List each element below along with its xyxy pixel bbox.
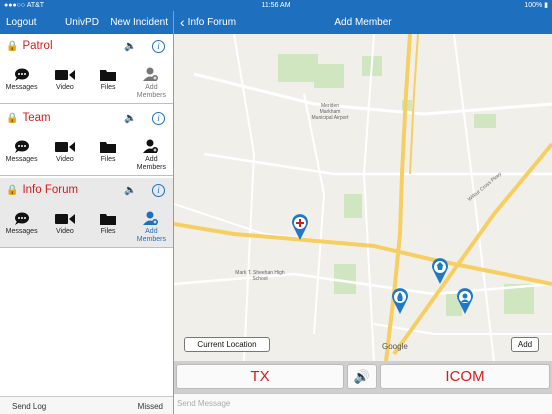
files-button[interactable]: Files	[87, 66, 130, 102]
add-members-button[interactable]: Add Members	[130, 138, 173, 174]
google-logo: Google	[382, 342, 408, 351]
speaker-icon[interactable]: 🔈	[124, 41, 136, 52]
map-pin-officer[interactable]	[456, 288, 474, 319]
add-user-icon	[130, 66, 173, 83]
messages-label: Messages	[5, 84, 38, 91]
group-info-forum[interactable]: 🔒 Info Forum 🔈 i Messages Video Files Ad…	[0, 178, 173, 248]
icom-button[interactable]: ICOM	[380, 364, 550, 389]
group-name: Patrol	[22, 40, 53, 52]
sidebar-bottom-bar: Send Log Missed	[0, 396, 173, 414]
speaker-icon[interactable]: 🔈	[124, 113, 136, 124]
airport-label: Meriden Markham Municipal Airport	[311, 103, 349, 121]
info-icon[interactable]: i	[152, 40, 165, 53]
add-members-button[interactable]: Add Members	[130, 66, 173, 102]
chat-icon	[0, 66, 43, 83]
messages-button[interactable]: Messages	[0, 66, 43, 102]
video-camera-icon	[43, 138, 86, 155]
video-button[interactable]: Video	[43, 66, 86, 102]
officer-pin-icon	[457, 288, 473, 314]
add-user-icon	[130, 138, 173, 155]
info-icon[interactable]: i	[152, 112, 165, 125]
video-label: Video	[55, 84, 74, 91]
map-pin-fire[interactable]	[391, 288, 409, 319]
lock-icon: 🔒	[6, 184, 19, 196]
group-name: Info Forum	[22, 184, 79, 196]
fire-pin-icon	[392, 288, 408, 314]
video-camera-icon	[43, 210, 86, 227]
group-team[interactable]: 🔒 Team 🔈 i Messages Video Files Add Memb…	[0, 106, 173, 176]
chat-icon	[0, 138, 43, 155]
folder-icon	[87, 210, 130, 227]
add-members-label: Add Members	[136, 228, 166, 243]
folder-icon	[87, 66, 130, 83]
speaker-icon[interactable]: 🔈	[124, 185, 136, 196]
map-view[interactable]: Meriden Markham Municipal Airport Mark T…	[174, 34, 552, 361]
files-button[interactable]: Files	[87, 210, 130, 246]
police-pin-icon	[432, 258, 448, 284]
status-bar: ●●●○○ AT&T 11:56 AM 100% ▮	[0, 0, 552, 11]
group-list: 🔒 Patrol 🔈 i Messages Video Files Add Me…	[0, 34, 173, 396]
files-label: Files	[100, 84, 116, 91]
group-name: Team	[22, 112, 51, 124]
add-button[interactable]: Add	[511, 337, 539, 352]
add-members-label: Add Members	[136, 84, 166, 99]
video-button[interactable]: Video	[43, 138, 86, 174]
app-title: UnivPD	[65, 17, 99, 28]
chat-icon	[0, 210, 43, 227]
files-button[interactable]: Files	[87, 138, 130, 174]
map-pin-medical[interactable]	[291, 214, 309, 245]
video-label: Video	[55, 228, 74, 235]
messages-button[interactable]: Messages	[0, 138, 43, 174]
current-location-button[interactable]: Current Location	[184, 337, 270, 352]
tx-button[interactable]: TX	[176, 364, 344, 389]
left-navbar: Logout UnivPD New Incident	[0, 11, 173, 34]
messages-label: Messages	[5, 156, 38, 163]
files-label: Files	[100, 156, 116, 163]
messages-label: Messages	[5, 228, 38, 235]
send-message-input[interactable]: Send Message	[174, 393, 552, 414]
speaker-toggle-button[interactable]: 🔊	[347, 364, 377, 389]
new-incident-button[interactable]: New Incident	[110, 17, 168, 28]
battery: 100% ▮	[524, 2, 548, 9]
page-title: Add Member	[334, 17, 392, 28]
files-label: Files	[100, 228, 116, 235]
missed-button[interactable]: Missed	[138, 402, 163, 411]
add-members-label: Add Members	[136, 156, 166, 171]
folder-icon	[87, 138, 130, 155]
speaker-icon: 🔊	[353, 369, 371, 384]
right-navbar: ‹ Info Forum Add Member	[174, 11, 552, 34]
add-user-icon	[130, 210, 173, 227]
messages-button[interactable]: Messages	[0, 210, 43, 246]
school-label: Mark T. Sheehan High School	[235, 270, 285, 282]
lock-icon: 🔒	[6, 112, 19, 124]
medical-pin-icon	[292, 214, 308, 240]
group-patrol[interactable]: 🔒 Patrol 🔈 i Messages Video Files Add Me…	[0, 34, 173, 104]
clock: 11:56 AM	[261, 2, 291, 9]
info-icon[interactable]: i	[152, 184, 165, 197]
add-members-button[interactable]: Add Members	[130, 210, 173, 246]
logout-button[interactable]: Logout	[6, 17, 37, 28]
lock-icon: 🔒	[6, 40, 19, 52]
map-pin-police[interactable]	[431, 258, 449, 289]
ptt-panel: TX 🔊 ICOM Send Message	[174, 361, 552, 414]
map-canvas	[174, 34, 552, 361]
video-button[interactable]: Video	[43, 210, 86, 246]
video-label: Video	[55, 156, 74, 163]
send-log-button[interactable]: Send Log	[12, 402, 46, 411]
video-camera-icon	[43, 66, 86, 83]
